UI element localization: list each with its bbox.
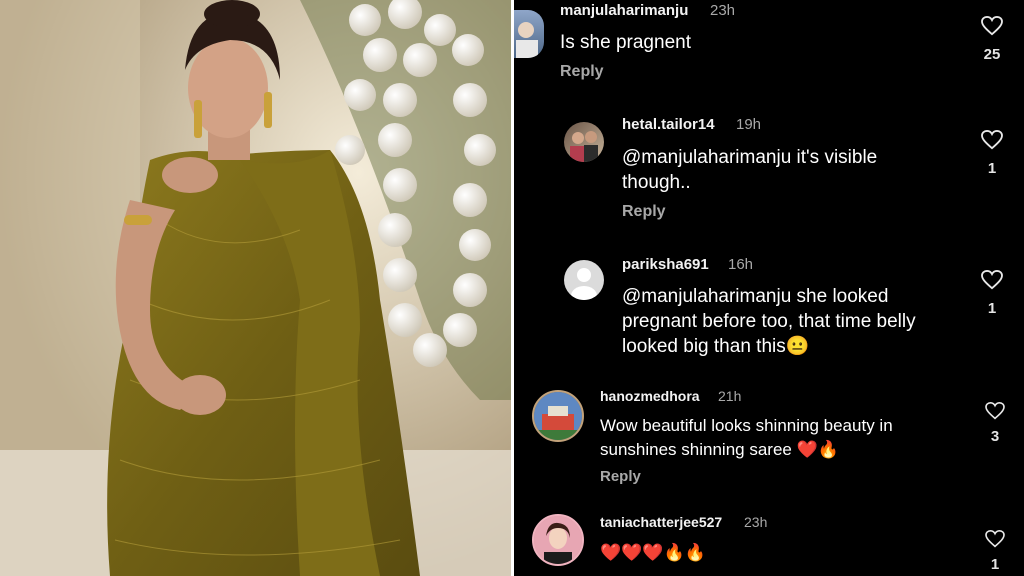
- heart-outline-icon[interactable]: [985, 402, 1005, 420]
- comment-time: 19h: [736, 116, 762, 133]
- comment-item: taniachatterjee527 23h ❤️❤️❤️🔥🔥 1: [514, 504, 1024, 576]
- comment-item: hanozmedhora 21h Wow beautiful looks shi…: [514, 380, 1024, 490]
- avatar[interactable]: [564, 122, 604, 162]
- like-count: 25: [983, 46, 1001, 63]
- comment-time: 21h: [718, 388, 742, 404]
- heart-outline-icon[interactable]: [985, 530, 1005, 548]
- comment-text: @manjulaharimanju it's visible though..: [622, 147, 878, 193]
- comment-username[interactable]: hetal.tailor14: [622, 116, 715, 133]
- comment-time: 23h: [744, 514, 768, 530]
- default-avatar-icon[interactable]: [564, 260, 604, 300]
- like-count: 1: [987, 300, 997, 317]
- like-count: 1: [990, 556, 1000, 573]
- avatar[interactable]: [532, 514, 584, 566]
- comment-time: 16h: [728, 256, 754, 273]
- couple-photo-icon: [570, 131, 598, 162]
- avatar[interactable]: [532, 390, 584, 442]
- comment-item: manjulaharimanju 23h Is she pragnent Rep…: [514, 0, 1024, 92]
- like-count: 1: [987, 160, 997, 177]
- comment-text: ❤️❤️❤️🔥🔥: [600, 543, 706, 562]
- person-silhouette-icon: [571, 268, 597, 300]
- heart-outline-icon[interactable]: [981, 16, 1003, 36]
- heart-outline-icon[interactable]: [981, 270, 1003, 290]
- comment-item: hetal.tailor14 19h @manjulaharimanju it'…: [514, 110, 1024, 230]
- comment-text: Wow beautiful looks shinning beauty in s…: [600, 416, 893, 459]
- building-photo-icon: [534, 392, 582, 440]
- comment-username[interactable]: taniachatterjee527: [600, 514, 722, 530]
- post-photo: [0, 0, 512, 576]
- comment-username[interactable]: pariksha691: [622, 256, 709, 273]
- comment-username[interactable]: manjulaharimanju: [560, 2, 688, 19]
- comment-username[interactable]: hanozmedhora: [600, 388, 700, 404]
- comments-panel[interactable]: manjulaharimanju 23h Is she pragnent Rep…: [514, 0, 1024, 576]
- woman-photo-icon: [534, 516, 582, 564]
- heart-outline-icon[interactable]: [981, 130, 1003, 150]
- woman-in-saree-image: [0, 0, 512, 576]
- reply-button[interactable]: Reply: [622, 203, 666, 221]
- like-count: 3: [990, 428, 1000, 445]
- comment-time: 23h: [710, 2, 736, 19]
- reply-button[interactable]: Reply: [600, 468, 641, 485]
- reply-button[interactable]: Reply: [560, 63, 604, 81]
- comment-text: @manjulaharimanju she looked pregnant be…: [622, 286, 916, 357]
- comment-item: pariksha691 16h @manjulaharimanju she lo…: [514, 250, 1024, 370]
- avatar[interactable]: [514, 10, 544, 58]
- comment-text: Is she pragnent: [560, 32, 691, 53]
- user-photo-icon: [516, 22, 538, 58]
